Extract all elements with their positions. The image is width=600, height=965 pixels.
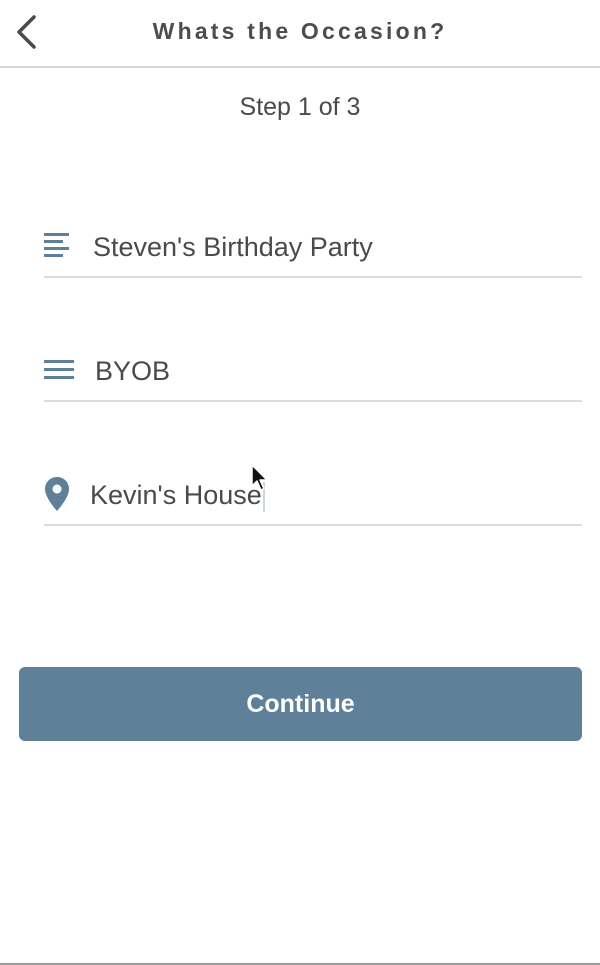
step-indicator: Step 1 of 3 (239, 93, 361, 121)
continue-button[interactable]: Continue (19, 667, 582, 741)
occasion-description-input[interactable] (95, 342, 575, 400)
menu-lines-icon (44, 358, 74, 382)
location-pin-icon (44, 476, 70, 512)
page-title: Whats the Occasion? (152, 18, 448, 44)
occasion-name-field[interactable] (44, 218, 582, 278)
occasion-name-input[interactable] (93, 218, 573, 276)
text-caret (263, 482, 265, 512)
create-occasion-screen: Whats the Occasion? Step 1 of 3 Steven's… (0, 0, 600, 965)
nav-header: Whats the Occasion? (0, 0, 600, 68)
text-lines-icon (44, 232, 71, 260)
occasion-location-field[interactable] (44, 466, 582, 526)
occasion-location-input[interactable] (90, 466, 570, 524)
occasion-description-field[interactable] (44, 342, 582, 402)
